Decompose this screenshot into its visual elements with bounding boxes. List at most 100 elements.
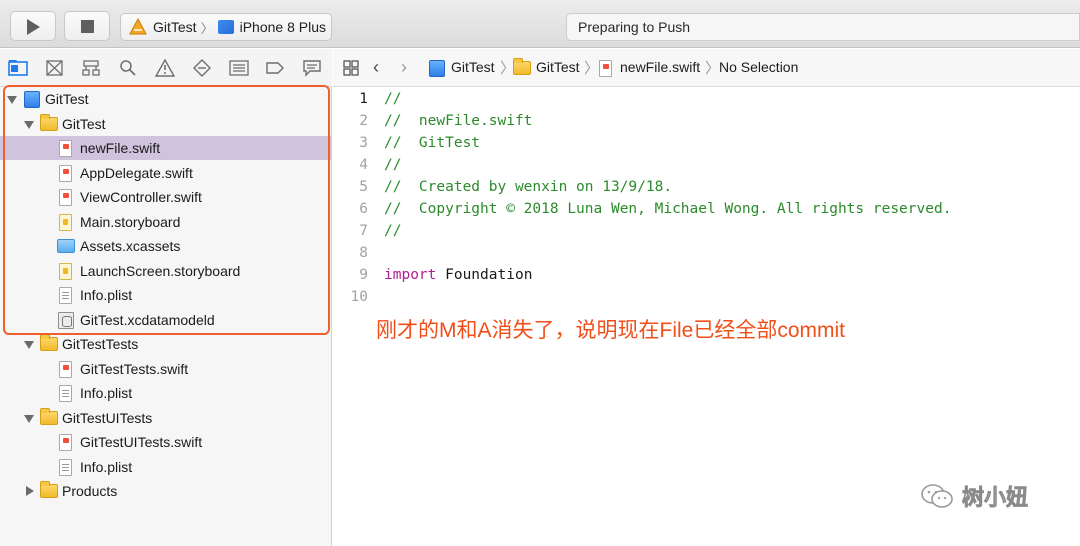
breakpoint-navigator-icon[interactable] bbox=[265, 59, 285, 77]
line-number: 3 bbox=[359, 135, 368, 151]
code-comment: // newFile.swift bbox=[384, 113, 533, 129]
tree-row-file[interactable]: Info.plist bbox=[0, 283, 331, 307]
breadcrumb-symbol[interactable]: No Selection bbox=[719, 59, 798, 75]
code-comment: // bbox=[384, 157, 402, 173]
tree-row-file[interactable]: Info.plist bbox=[0, 381, 331, 405]
code-line: 7 // bbox=[333, 220, 1080, 242]
app-target-icon bbox=[129, 18, 147, 35]
disclosure-open-icon[interactable] bbox=[24, 415, 34, 423]
toolbar: GitTest 〉 iPhone 8 Plus Preparing to Pus… bbox=[0, 0, 1080, 48]
line-number: 8 bbox=[359, 245, 368, 261]
stop-icon bbox=[81, 20, 94, 33]
source-control-navigator-icon[interactable] bbox=[45, 59, 65, 77]
code-line: 4 // bbox=[333, 154, 1080, 176]
tree-label: Info.plist bbox=[80, 287, 133, 303]
tree-label: Main.storyboard bbox=[80, 214, 181, 230]
line-number: 5 bbox=[359, 179, 368, 195]
line-number: 7 bbox=[359, 223, 368, 239]
code-comment: // bbox=[384, 91, 402, 107]
tree-row-file[interactable]: Assets.xcassets bbox=[0, 234, 331, 258]
asset-catalog-icon bbox=[57, 239, 75, 253]
code-line: 9 import Foundation bbox=[333, 264, 1080, 286]
tree-row-file[interactable]: ViewController.swift bbox=[0, 185, 331, 209]
tree-label: Info.plist bbox=[80, 385, 133, 401]
forward-chevron-icon[interactable]: › bbox=[401, 57, 407, 78]
tree-label: newFile.swift bbox=[80, 140, 161, 156]
folder-icon bbox=[40, 481, 58, 498]
breadcrumb-group[interactable]: GitTest bbox=[536, 59, 580, 75]
tree-row-folder[interactable]: GitTestUITests bbox=[0, 406, 331, 430]
plist-file-icon bbox=[59, 385, 72, 402]
tree-row-file[interactable]: LaunchScreen.storyboard bbox=[0, 259, 331, 283]
code-module-name: Foundation bbox=[436, 267, 533, 283]
tree-label: GitTestUITests bbox=[62, 410, 153, 426]
swift-file-icon bbox=[599, 60, 612, 77]
tree-row-file[interactable]: GitTestUITests.swift bbox=[0, 430, 331, 454]
tree-row-file[interactable]: AppDelegate.swift bbox=[0, 161, 331, 185]
test-navigator-icon[interactable] bbox=[192, 59, 212, 77]
watermark-text: 树小妞 bbox=[962, 485, 1029, 511]
report-navigator-icon[interactable] bbox=[302, 59, 322, 77]
code-comment: // Copyright © 2018 Luna Wen, Michael Wo… bbox=[384, 201, 952, 217]
swift-file-icon bbox=[59, 165, 72, 182]
issue-navigator-icon[interactable] bbox=[155, 59, 175, 77]
device-icon bbox=[217, 20, 234, 34]
breadcrumb-file[interactable]: newFile.swift bbox=[620, 59, 700, 75]
back-chevron-icon[interactable]: ‹ bbox=[373, 57, 379, 78]
tree-label: GitTestTests bbox=[62, 336, 139, 352]
line-number: 9 bbox=[359, 267, 368, 283]
activity-status: Preparing to Push bbox=[578, 19, 691, 35]
tree-row-file[interactable]: Main.storyboard bbox=[0, 210, 331, 234]
symbol-navigator-icon[interactable] bbox=[81, 59, 101, 77]
chevron-right-icon: 〉 bbox=[200, 20, 214, 36]
tree-row-folder[interactable]: Products bbox=[0, 479, 331, 503]
tree-label: AppDelegate.swift bbox=[80, 165, 193, 181]
chevron-right-icon: 〉 bbox=[584, 60, 600, 77]
breadcrumb-project[interactable]: GitTest bbox=[451, 59, 495, 75]
tree-label: Products bbox=[62, 483, 118, 499]
swift-file-icon bbox=[59, 140, 72, 157]
tree-row-folder[interactable]: GitTest bbox=[0, 112, 331, 136]
tree-row-file[interactable]: GitTest.xcdatamodeld bbox=[0, 308, 331, 332]
code-comment: // GitTest bbox=[384, 135, 481, 151]
data-model-file-icon bbox=[58, 312, 74, 329]
project-navigator-icon[interactable] bbox=[8, 59, 28, 77]
swift-file-icon bbox=[59, 189, 72, 206]
tree-label: GitTestUITests.swift bbox=[80, 434, 203, 450]
tree-row-file-selected[interactable]: newFile.swift bbox=[0, 136, 331, 160]
debug-navigator-icon[interactable] bbox=[229, 59, 249, 77]
code-line: 6 // Copyright © 2018 Luna Wen, Michael … bbox=[333, 198, 1080, 220]
navigator-tab-bar bbox=[0, 49, 332, 87]
run-button[interactable] bbox=[10, 11, 56, 41]
disclosure-open-icon[interactable] bbox=[24, 341, 34, 349]
disclosure-open-icon[interactable] bbox=[24, 121, 34, 129]
tree-label: ViewController.swift bbox=[80, 189, 202, 205]
tree-label: GitTest.xcdatamodeld bbox=[80, 312, 215, 328]
storyboard-file-icon bbox=[59, 214, 72, 231]
tree-row-file[interactable]: Info.plist bbox=[0, 455, 331, 479]
folder-icon bbox=[40, 114, 58, 131]
wechat-icon bbox=[921, 484, 953, 508]
activity-viewer: Preparing to Push bbox=[566, 13, 1080, 41]
find-navigator-icon[interactable] bbox=[118, 59, 138, 77]
line-number: 10 bbox=[350, 289, 368, 305]
swift-file-icon bbox=[59, 434, 72, 451]
disclosure-closed-icon[interactable] bbox=[26, 486, 34, 496]
tree-row-project[interactable]: GitTest bbox=[0, 87, 331, 111]
stop-button[interactable] bbox=[64, 11, 110, 41]
project-navigator-panel: GitTest GitTest newFile.swift AppDelegat… bbox=[0, 49, 332, 546]
scheme-selector[interactable]: GitTest 〉 iPhone 8 Plus bbox=[120, 13, 332, 41]
disclosure-open-icon[interactable] bbox=[7, 96, 17, 104]
code-comment: // Created by wenxin on 13/9/18. bbox=[384, 179, 673, 195]
tree-row-folder[interactable]: GitTestTests bbox=[0, 332, 331, 356]
related-items-grid-icon[interactable] bbox=[343, 60, 359, 76]
code-line: 1 // bbox=[333, 88, 1080, 110]
folder-icon bbox=[40, 408, 58, 425]
project-icon bbox=[429, 60, 445, 77]
folder-icon bbox=[40, 334, 58, 351]
tree-row-file[interactable]: GitTestTests.swift bbox=[0, 357, 331, 381]
plist-file-icon bbox=[59, 459, 72, 476]
line-number: 4 bbox=[359, 157, 368, 173]
annotation-text: 刚才的M和A消失了，说明现在File已经全部commit bbox=[376, 319, 846, 342]
line-number: 2 bbox=[359, 113, 368, 129]
